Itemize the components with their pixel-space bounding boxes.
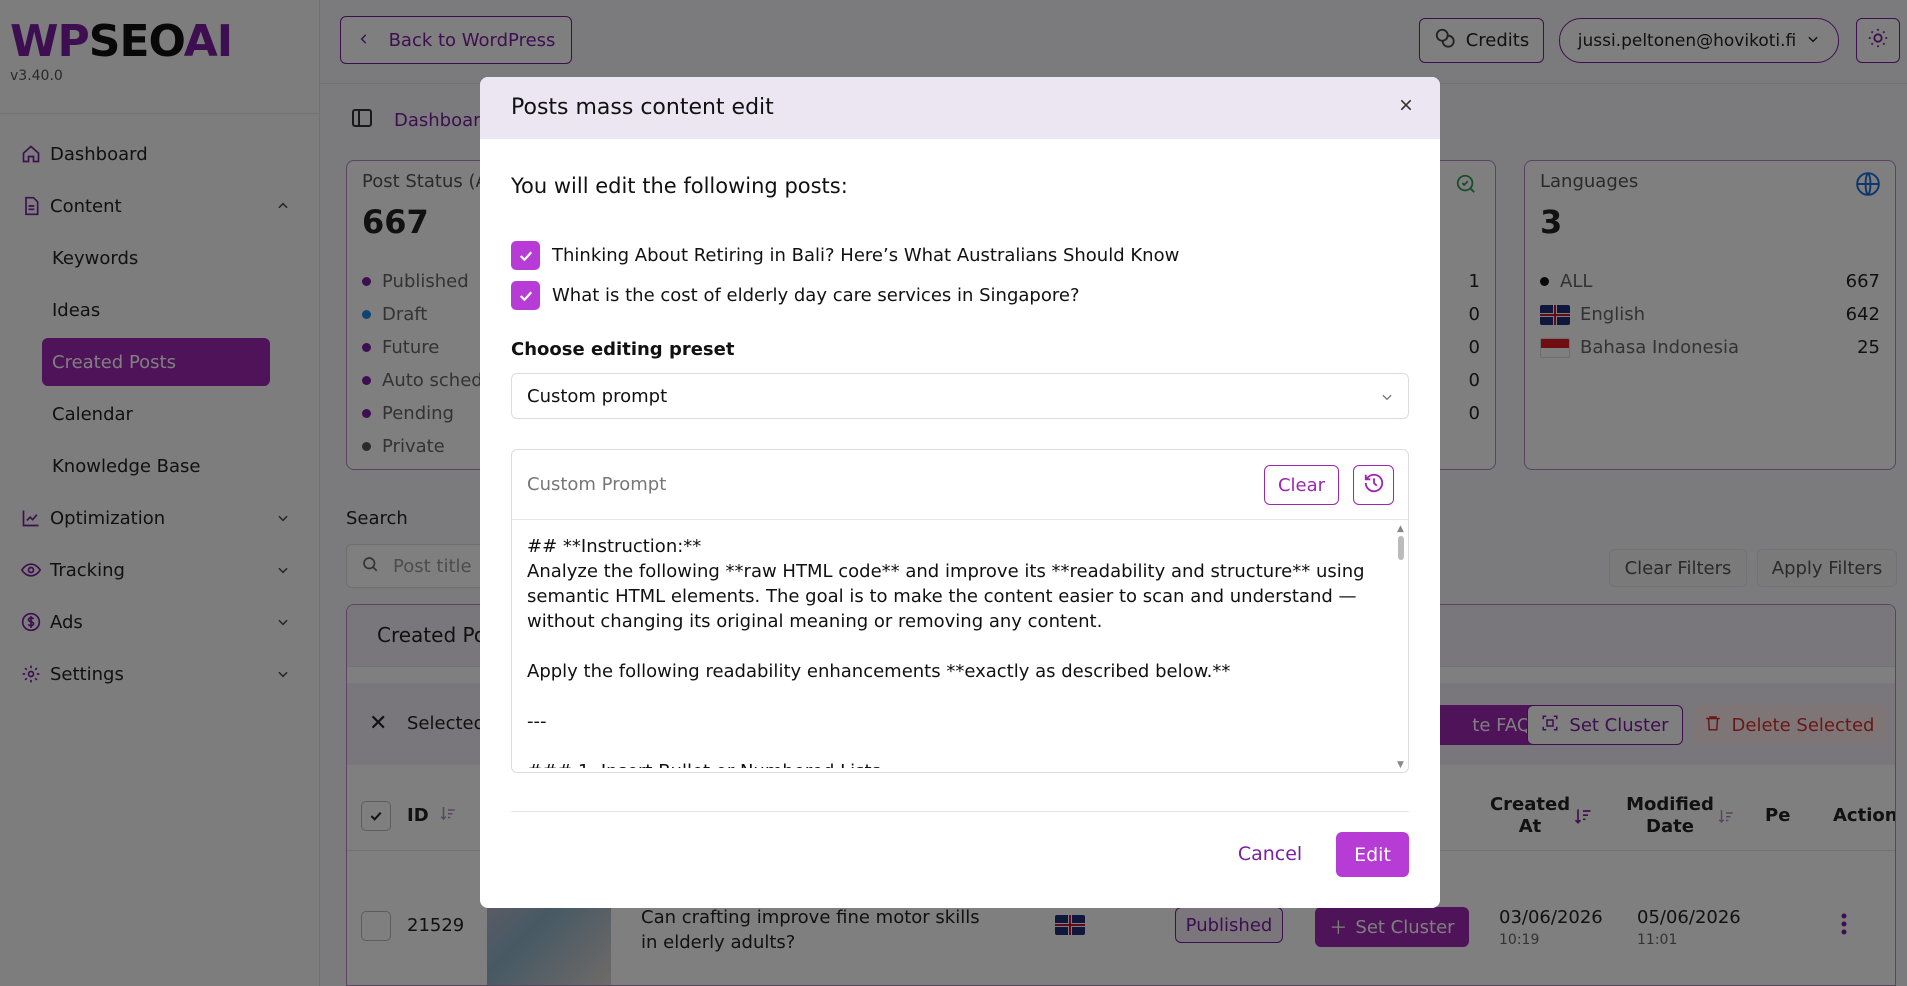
- history-icon: [1363, 472, 1385, 499]
- checkbox-checked[interactable]: [511, 281, 540, 310]
- modal-header: Posts mass content edit: [480, 77, 1440, 139]
- mass-edit-modal: Posts mass content edit You will edit th…: [480, 77, 1440, 908]
- close-button[interactable]: [1394, 95, 1418, 119]
- scroll-down-icon[interactable]: ▼: [1397, 760, 1404, 770]
- prompt-header: Custom Prompt Clear: [512, 450, 1408, 520]
- chevron-down-icon: [1380, 388, 1394, 409]
- custom-prompt-box: Custom Prompt Clear ## **Instruction:** …: [511, 449, 1409, 773]
- post-checkbox-item[interactable]: Thinking About Retiring in Bali? Here’s …: [511, 241, 1179, 270]
- clear-button[interactable]: Clear: [1264, 465, 1339, 505]
- post-title: What is the cost of elderly day care ser…: [552, 285, 1080, 306]
- cancel-button[interactable]: Cancel: [1225, 832, 1315, 876]
- modal-divider: [511, 811, 1409, 812]
- preset-label: Choose editing preset: [511, 339, 735, 360]
- preset-value: Custom prompt: [527, 385, 668, 407]
- modal-title: Posts mass content edit: [511, 95, 774, 120]
- history-button[interactable]: [1353, 465, 1394, 505]
- checkbox-checked[interactable]: [511, 241, 540, 270]
- close-icon: [1398, 97, 1414, 118]
- modal-subtitle: You will edit the following posts:: [511, 174, 848, 198]
- post-checkbox-item[interactable]: What is the cost of elderly day care ser…: [511, 281, 1080, 310]
- edit-button[interactable]: Edit: [1336, 832, 1409, 877]
- prompt-label: Custom Prompt: [527, 474, 667, 495]
- scroll-thumb[interactable]: [1398, 536, 1404, 560]
- scroll-up-icon[interactable]: ▲: [1397, 524, 1404, 534]
- prompt-scrollbar[interactable]: ▲ ▼: [1396, 524, 1406, 770]
- editing-preset-select[interactable]: Custom prompt: [511, 373, 1409, 419]
- prompt-textarea[interactable]: ## **Instruction:** Analyze the followin…: [527, 534, 1367, 768]
- post-title: Thinking About Retiring in Bali? Here’s …: [552, 245, 1180, 266]
